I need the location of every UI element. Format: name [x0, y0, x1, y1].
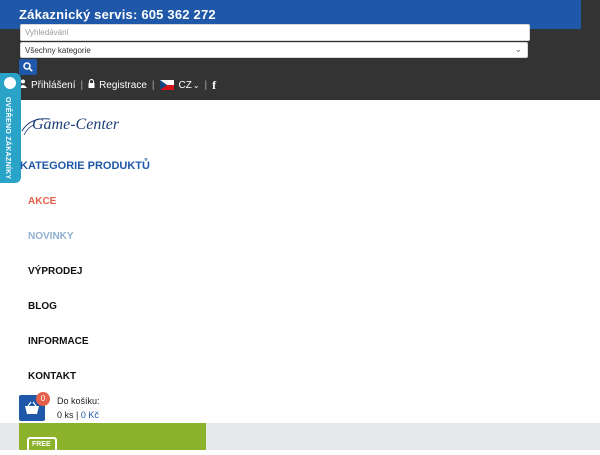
nav-item-informace[interactable]: INFORMACE — [28, 336, 89, 347]
nav-item-novinky[interactable]: NOVINKY — [28, 231, 74, 242]
cart-count-badge: 0 — [36, 392, 50, 406]
free-shipping-tag-icon: FREE — [27, 437, 57, 455]
badge-label: OVĚŘENO ZÁKAZNÍKY — [4, 97, 11, 180]
customer-service-phone[interactable]: Zákaznický servis: 605 362 272 — [19, 7, 216, 22]
nav-item-kontakt[interactable]: KONTAKT — [28, 371, 76, 382]
separator: | — [76, 410, 79, 420]
cart-quantity: 0 ks — [57, 410, 74, 420]
heureka-badge-icon — [2, 75, 18, 91]
separator: | — [204, 79, 208, 91]
nav-categories-title[interactable]: KATEGORIE PRODUKTŮ — [20, 160, 150, 172]
czech-flag-icon — [159, 80, 174, 90]
search-input[interactable]: Vyhledávání — [20, 24, 530, 41]
verified-by-customers-badge[interactable]: OVĚŘENO ZÁKAZNÍKY — [0, 73, 21, 183]
login-link[interactable]: Přihlášení — [31, 80, 75, 91]
chevron-down-icon: ⌄ — [514, 44, 522, 54]
logo[interactable]: Game-Center — [32, 116, 119, 134]
separator: | — [80, 79, 84, 91]
promo-banner[interactable]: FREE — [19, 423, 206, 455]
lock-icon — [88, 79, 95, 91]
chevron-down-icon: ⌄ — [192, 80, 200, 90]
separator: | — [151, 79, 155, 91]
nav-item-vyprodej[interactable]: VÝPRODEJ — [28, 266, 82, 277]
category-select-value: Všechny kategorie — [25, 46, 91, 55]
cart-summary[interactable]: 0 ks | 0 Kč — [57, 410, 99, 420]
language-switcher[interactable]: CZ — [179, 80, 192, 91]
search-icon — [23, 62, 33, 72]
user-bar: Přihlášení | Registrace | CZ ⌄ | f — [19, 78, 216, 92]
search-button[interactable] — [19, 59, 37, 75]
facebook-icon[interactable]: f — [212, 78, 216, 93]
nav-item-akce[interactable]: AKCE — [28, 196, 56, 207]
category-select[interactable]: Všechny kategorie ⌄ — [20, 42, 528, 58]
cart-price: 0 Kč — [80, 410, 99, 420]
cart-label: Do košíku: — [57, 396, 100, 406]
register-link[interactable]: Registrace — [99, 80, 147, 91]
nav-item-blog[interactable]: BLOG — [28, 301, 57, 312]
